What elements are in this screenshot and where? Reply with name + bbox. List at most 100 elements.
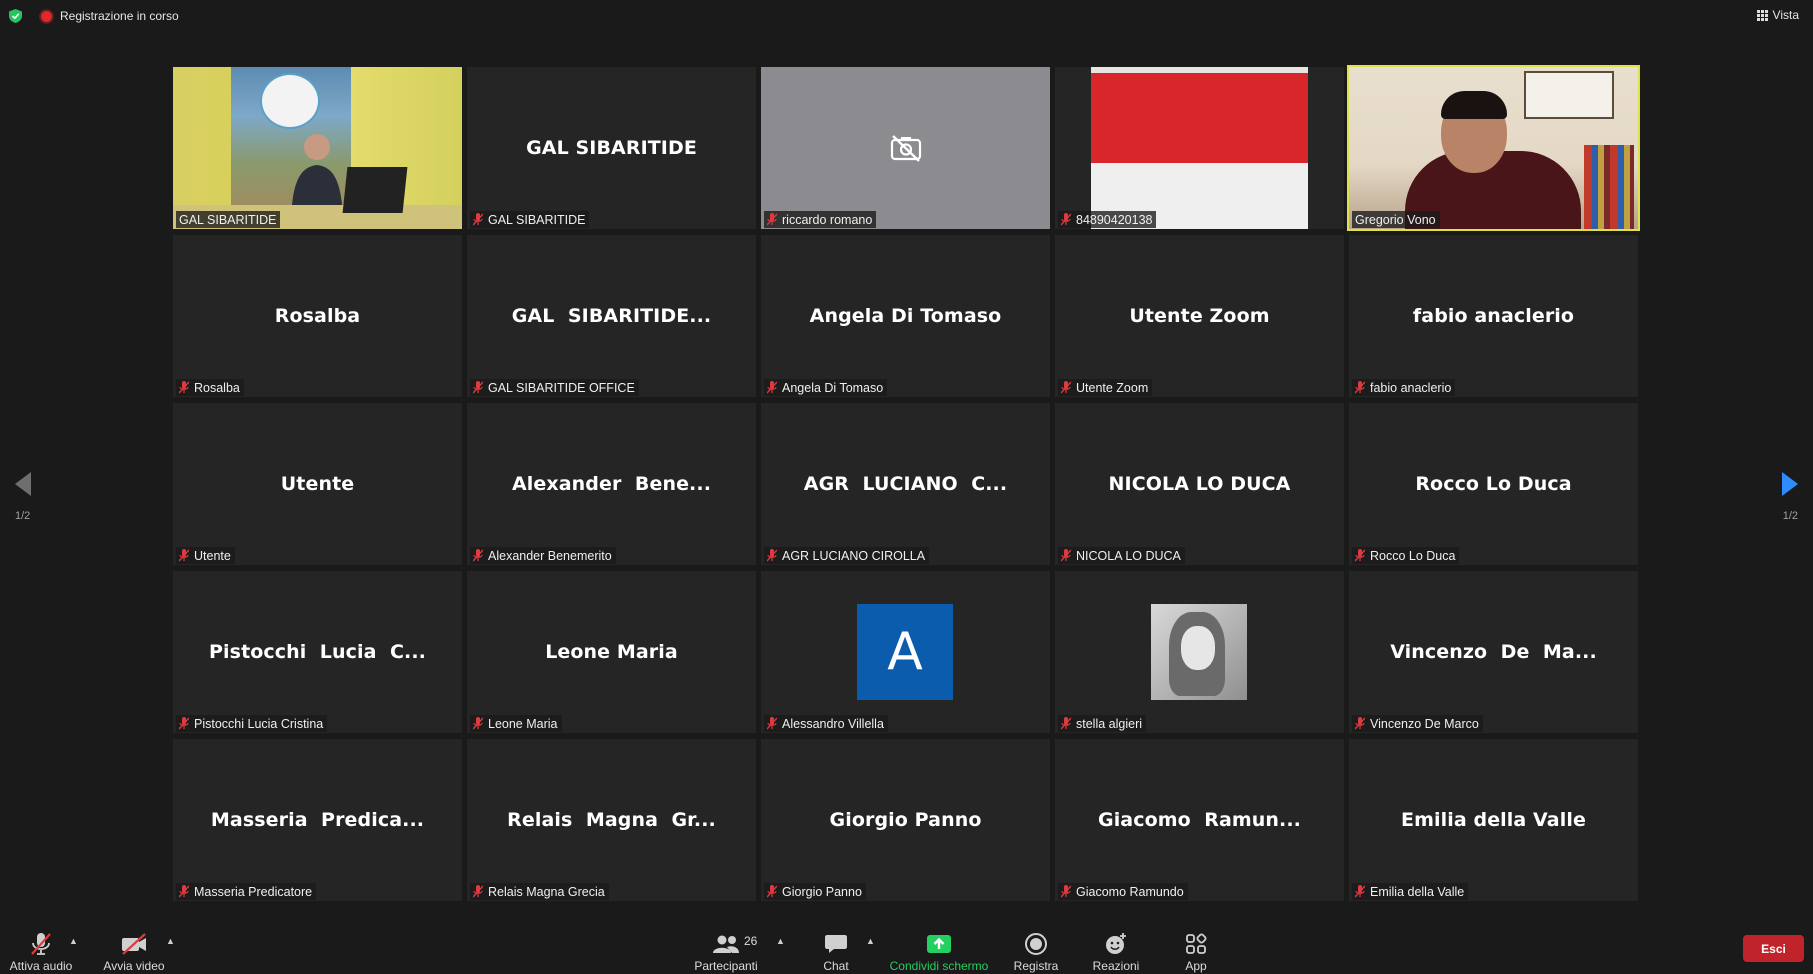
participant-display-name: GAL SIBARITIDE <box>526 137 697 159</box>
participant-display-name: Vincenzo De Ma... <box>1390 641 1597 663</box>
participant-tile[interactable]: Leone Maria Leone Maria <box>467 571 756 733</box>
participant-name-label: Alessandro Villella <box>764 715 888 732</box>
chat-button[interactable]: Chat <box>815 924 857 974</box>
participant-display-name: AGR LUCIANO C... <box>803 473 1008 495</box>
participant-display-name: Utente Zoom <box>1129 305 1270 327</box>
participant-name-label: Utente <box>176 547 235 564</box>
mic-muted-icon <box>767 381 777 394</box>
shield-icon[interactable] <box>9 9 22 23</box>
participant-tile[interactable]: fabio anaclerio fabio anaclerio <box>1349 235 1638 397</box>
chat-options-caret-icon[interactable]: ▲ <box>866 936 875 946</box>
participant-tile[interactable]: Giacomo Ramun... Giacomo Ramundo <box>1055 739 1344 901</box>
participant-name-label: Rocco Lo Duca <box>1352 547 1460 564</box>
share-screen-button[interactable]: Condividi schermo <box>886 924 992 974</box>
participant-tile[interactable]: A Alessandro Villella <box>761 571 1050 733</box>
participant-display-name: Emilia della Valle <box>1401 809 1586 831</box>
mic-muted-icon <box>1355 717 1365 730</box>
participant-display-name: Masseria Predica... <box>210 809 425 831</box>
participant-display-name: Alexander Bene... <box>511 473 712 495</box>
participant-tile[interactable]: stella algieri <box>1055 571 1344 733</box>
microphone-muted-icon <box>31 933 51 955</box>
grid-view-icon <box>1756 9 1768 21</box>
recording-icon[interactable] <box>41 11 52 22</box>
participant-tile[interactable]: 84890420138 <box>1055 67 1344 229</box>
mic-muted-icon <box>179 717 189 730</box>
participant-tile[interactable]: Giorgio Panno Giorgio Panno <box>761 739 1050 901</box>
participant-tile[interactable]: Utente Utente <box>173 403 462 565</box>
mic-muted-icon <box>179 549 189 562</box>
audio-options-caret-icon[interactable]: ▲ <box>69 936 78 946</box>
mic-muted-icon <box>473 885 483 898</box>
participant-tile[interactable]: Emilia della Valle Emilia della Valle <box>1349 739 1638 901</box>
participant-display-name: Angela Di Tomaso <box>809 305 1002 327</box>
share-screen-icon <box>927 935 951 953</box>
participant-tile[interactable]: Vincenzo De Ma... Vincenzo De Marco <box>1349 571 1638 733</box>
next-page-arrow-icon[interactable] <box>1780 470 1800 498</box>
mic-muted-icon <box>473 717 483 730</box>
reactions-smiley-icon <box>1106 933 1126 954</box>
participant-tile-active-speaker[interactable]: Gregorio Vono <box>1347 65 1640 231</box>
participant-display-name: Relais Magna Gr... <box>507 809 716 831</box>
mic-muted-icon <box>1355 549 1365 562</box>
participant-tile[interactable]: Pistocchi Lucia C... Pistocchi Lucia Cri… <box>173 571 462 733</box>
participants-label: Partecipanti <box>694 959 758 973</box>
participant-name-label: GAL SIBARITIDE <box>176 211 281 228</box>
participant-tile[interactable]: NICOLA LO DUCA NICOLA LO DUCA <box>1055 403 1344 565</box>
reactions-button[interactable]: Reazioni <box>1088 924 1144 974</box>
top-bar: Registrazione in corso Vista <box>0 0 1813 32</box>
camera-off-icon <box>890 135 921 162</box>
mic-muted-icon <box>1061 549 1071 562</box>
view-button[interactable]: Vista <box>1756 8 1799 22</box>
participant-tile[interactable]: Rocco Lo Duca Rocco Lo Duca <box>1349 403 1638 565</box>
participant-tile[interactable]: GAL SIBARITIDE GAL SIBARITIDE <box>467 67 756 229</box>
participant-tile[interactable]: Rosalba Rosalba <box>173 235 462 397</box>
participant-tile[interactable]: riccardo romano <box>761 67 1050 229</box>
profile-photo <box>1151 604 1247 700</box>
participant-name-label: AGR LUCIANO CIROLLA <box>764 547 930 564</box>
apps-button[interactable]: App <box>1180 924 1212 974</box>
mic-muted-icon <box>473 549 483 562</box>
recording-label[interactable]: Registrazione in corso <box>60 9 179 23</box>
participant-tile[interactable]: GAL SIBARITIDE... GAL SIBARITIDE OFFICE <box>467 235 756 397</box>
mic-muted-icon <box>1355 381 1365 394</box>
share-screen-label: Condividi schermo <box>889 959 989 973</box>
participant-tile[interactable]: Utente Zoom Utente Zoom <box>1055 235 1344 397</box>
participant-name-label: fabio anaclerio <box>1352 379 1456 396</box>
participant-tile[interactable]: GAL SIBARITIDE <box>173 67 462 229</box>
reactions-label: Reazioni <box>1092 959 1140 973</box>
participant-name-label: Utente Zoom <box>1058 379 1153 396</box>
participant-name-label: Giorgio Panno <box>764 883 866 900</box>
participant-name-label: GAL SIBARITIDE OFFICE <box>470 379 639 396</box>
participant-tile[interactable]: AGR LUCIANO C... AGR LUCIANO CIROLLA <box>761 403 1050 565</box>
participants-options-caret-icon[interactable]: ▲ <box>776 936 785 946</box>
participant-name-label: Emilia della Valle <box>1352 883 1469 900</box>
participant-name-label: riccardo romano <box>764 211 877 228</box>
chat-label: Chat <box>823 959 849 973</box>
participant-name-label: Angela Di Tomaso <box>764 379 888 396</box>
page-indicator-right: 1/2 <box>1782 510 1798 522</box>
participant-name-label: Relais Magna Grecia <box>470 883 609 900</box>
unmute-audio-label: Attiva audio <box>9 959 73 973</box>
participants-count: 26 <box>744 934 758 948</box>
mic-muted-icon <box>179 381 189 394</box>
start-video-button[interactable]: Avvia video <box>102 924 166 974</box>
participants-button[interactable]: Partecipanti <box>691 924 761 974</box>
participant-tile[interactable]: Alexander Bene... Alexander Benemerito <box>467 403 756 565</box>
video-gallery: GAL SIBARITIDE GAL SIBARITIDE GAL SIBARI… <box>173 65 1640 901</box>
apps-icon <box>1186 933 1207 954</box>
participant-name-label: 84890420138 <box>1058 211 1157 228</box>
video-options-caret-icon[interactable]: ▲ <box>166 936 175 946</box>
participant-name-label: Giacomo Ramundo <box>1058 883 1188 900</box>
previous-page-arrow-icon[interactable] <box>13 470 33 498</box>
leave-meeting-button[interactable]: Esci <box>1743 935 1804 962</box>
participant-tile[interactable]: Relais Magna Gr... Relais Magna Grecia <box>467 739 756 901</box>
participant-tile[interactable]: Angela Di Tomaso Angela Di Tomaso <box>761 235 1050 397</box>
mic-muted-icon <box>1061 213 1071 226</box>
participant-name-label: Leone Maria <box>470 715 562 732</box>
record-label: Registra <box>1013 959 1059 973</box>
participants-icon <box>713 935 739 953</box>
unmute-audio-button[interactable]: Attiva audio <box>8 924 74 974</box>
participant-display-name: GAL SIBARITIDE... <box>511 305 712 327</box>
record-button[interactable]: Registra <box>1010 924 1062 974</box>
participant-tile[interactable]: Masseria Predica... Masseria Predicatore <box>173 739 462 901</box>
